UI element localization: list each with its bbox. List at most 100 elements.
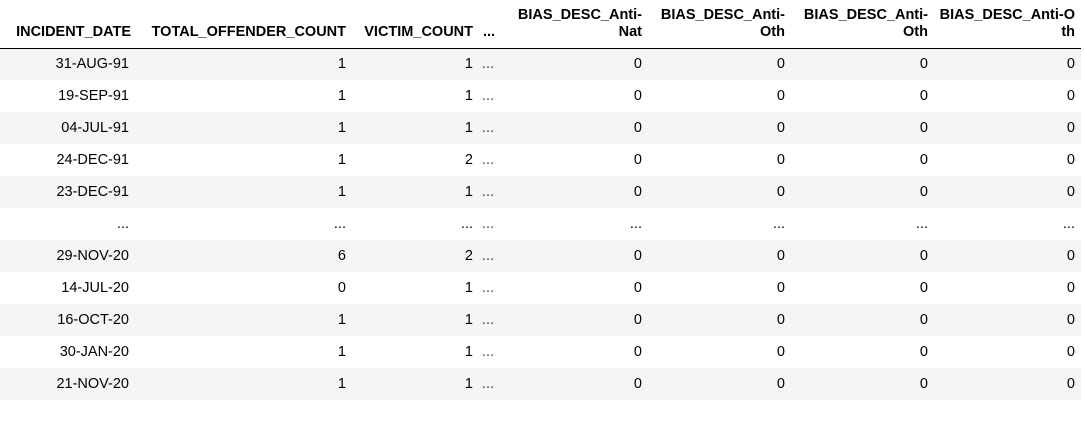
dataframe-table: INCIDENT_DATE TOTAL_OFFENDER_COUNT VICTI…	[0, 0, 1081, 400]
cell-bias-anti-oth-3: ...	[1062, 216, 1075, 232]
cell-ellipsis: ...	[482, 120, 495, 136]
cell-victim-count: 1	[464, 184, 473, 200]
cell-incident-date: 31-AUG-91	[55, 56, 129, 73]
cell-total-offender-count: 1	[337, 152, 346, 168]
cell-ellipsis: ...	[482, 216, 495, 232]
cell-bias-anti-oth-1: 0	[776, 376, 785, 392]
cell-bias-anti-oth-3: 0	[1066, 88, 1075, 104]
cell-bias-anti-nat: 0	[633, 120, 642, 136]
cell-total-offender-count: 1	[337, 184, 346, 200]
column-header-bias-anti-oth-1: BIAS_DESC_Anti-Oth	[660, 6, 785, 40]
cell-ellipsis: ...	[482, 312, 495, 328]
table-row: 31-AUG-91 1 1... 0 0 0 0	[0, 48, 1081, 80]
cell-bias-anti-oth-1: 0	[776, 248, 785, 264]
cell-victim-count: 1	[464, 312, 473, 328]
cell-bias-anti-oth-1: 0	[776, 184, 785, 200]
cell-ellipsis: ...	[482, 88, 495, 104]
table-body: 31-AUG-91 1 1... 0 0 0 0 19-SEP-91 1 1... 0 0 0 0 04-J…	[0, 48, 1081, 400]
cell-total-offender-count: 1	[337, 312, 346, 328]
cell-total-offender-count: 1	[337, 120, 346, 136]
cell-bias-anti-nat: 0	[633, 184, 642, 200]
cell-bias-anti-oth-3: 0	[1066, 56, 1075, 73]
cell-victim-count: 1	[464, 56, 473, 73]
cell-bias-anti-nat: ...	[629, 216, 642, 232]
cell-victim-count: ...	[460, 216, 473, 232]
cell-total-offender-count: 0	[337, 280, 346, 296]
cell-ellipsis: ...	[482, 280, 495, 296]
table-row: ........................	[0, 208, 1081, 240]
cell-total-offender-count: 1	[337, 56, 346, 73]
cell-ellipsis: ...	[482, 376, 495, 392]
table-row: 16-OCT-20 1 1... 0 0 0 0	[0, 304, 1081, 336]
cell-bias-anti-oth-1: 0	[776, 312, 785, 328]
cell-total-offender-count: ...	[333, 216, 346, 232]
table-header: INCIDENT_DATE TOTAL_OFFENDER_COUNT VICTI…	[0, 0, 1081, 48]
table-row: 29-NOV-20 6 2... 0 0 0 0	[0, 240, 1081, 272]
cell-bias-anti-oth-1: 0	[776, 56, 785, 73]
cell-bias-anti-oth-1: 0	[776, 120, 785, 136]
table-row: 23-DEC-91 1 1... 0 0 0 0	[0, 176, 1081, 208]
cell-incident-date: 21-NOV-20	[56, 376, 129, 392]
cell-bias-anti-oth-3: 0	[1066, 248, 1075, 264]
cell-total-offender-count: 1	[337, 376, 346, 392]
column-header-total-offender-count: TOTAL_OFFENDER_COUNT	[151, 23, 346, 40]
cell-bias-anti-oth-3: 0	[1066, 152, 1075, 168]
column-header-ellipsis: ...	[483, 23, 496, 40]
cell-bias-anti-oth-3: 0	[1066, 344, 1075, 360]
cell-bias-anti-oth-2: 0	[919, 152, 928, 168]
table-row: 19-SEP-91 1 1... 0 0 0 0	[0, 80, 1081, 112]
cell-bias-anti-oth-3: 0	[1066, 376, 1075, 392]
cell-bias-anti-oth-1: 0	[776, 280, 785, 296]
table-row: 21-NOV-20 1 1... 0 0 0 0	[0, 368, 1081, 400]
cell-ellipsis: ...	[482, 248, 495, 264]
cell-total-offender-count: 1	[337, 88, 346, 104]
cell-total-offender-count: 6	[337, 248, 346, 264]
cell-bias-anti-oth-1: 0	[776, 344, 785, 360]
cell-victim-count: 2	[464, 152, 473, 168]
cell-incident-date: 19-SEP-91	[58, 88, 129, 104]
cell-bias-anti-oth-3: 0	[1066, 120, 1075, 136]
table-row: 30-JAN-20 1 1... 0 0 0 0	[0, 336, 1081, 368]
cell-victim-count: 2	[464, 248, 473, 264]
cell-bias-anti-oth-2: 0	[919, 312, 928, 328]
cell-bias-anti-nat: 0	[633, 248, 642, 264]
cell-victim-count: 1	[464, 120, 473, 136]
cell-victim-count: 1	[464, 344, 473, 360]
cell-bias-anti-oth-2: ...	[915, 216, 928, 232]
cell-bias-anti-oth-1: 0	[776, 88, 785, 104]
cell-total-offender-count: 1	[337, 344, 346, 360]
cell-bias-anti-oth-2: 0	[919, 120, 928, 136]
column-header-incident-date: INCIDENT_DATE	[16, 23, 131, 40]
cell-bias-anti-oth-2: 0	[919, 184, 928, 200]
cell-bias-anti-nat: 0	[633, 88, 642, 104]
cell-incident-date: 29-NOV-20	[56, 248, 129, 264]
column-header-bias-anti-oth-2: BIAS_DESC_Anti-Oth	[803, 6, 928, 40]
cell-bias-anti-nat: 0	[633, 56, 642, 73]
table-row: 14-JUL-20 0 1... 0 0 0 0	[0, 272, 1081, 304]
cell-ellipsis: ...	[482, 56, 495, 73]
cell-ellipsis: ...	[482, 152, 495, 168]
cell-bias-anti-oth-1: ...	[772, 216, 785, 232]
cell-bias-anti-oth-2: 0	[919, 376, 928, 392]
cell-incident-date: 14-JUL-20	[61, 280, 129, 296]
cell-incident-date: 16-OCT-20	[57, 312, 129, 328]
cell-bias-anti-oth-2: 0	[919, 344, 928, 360]
header-row: INCIDENT_DATE TOTAL_OFFENDER_COUNT VICTI…	[0, 0, 1081, 48]
cell-bias-anti-nat: 0	[633, 344, 642, 360]
cell-bias-anti-oth-1: 0	[776, 152, 785, 168]
cell-incident-date: 30-JAN-20	[59, 344, 129, 360]
cell-victim-count: 1	[464, 376, 473, 392]
column-header-bias-anti-oth-3: BIAS_DESC_Anti-Oth	[939, 6, 1075, 40]
cell-bias-anti-oth-2: 0	[919, 280, 928, 296]
cell-bias-anti-nat: 0	[633, 152, 642, 168]
cell-incident-date: ...	[116, 216, 129, 232]
cell-ellipsis: ...	[482, 184, 495, 200]
cell-bias-anti-oth-3: 0	[1066, 280, 1075, 296]
cell-bias-anti-nat: 0	[633, 280, 642, 296]
cell-bias-anti-oth-2: 0	[919, 88, 928, 104]
table-row: 24-DEC-91 1 2... 0 0 0 0	[0, 144, 1081, 176]
cell-victim-count: 1	[464, 88, 473, 104]
cell-incident-date: 04-JUL-91	[61, 120, 129, 136]
cell-bias-anti-oth-3: 0	[1066, 184, 1075, 200]
cell-incident-date: 24-DEC-91	[56, 152, 129, 168]
